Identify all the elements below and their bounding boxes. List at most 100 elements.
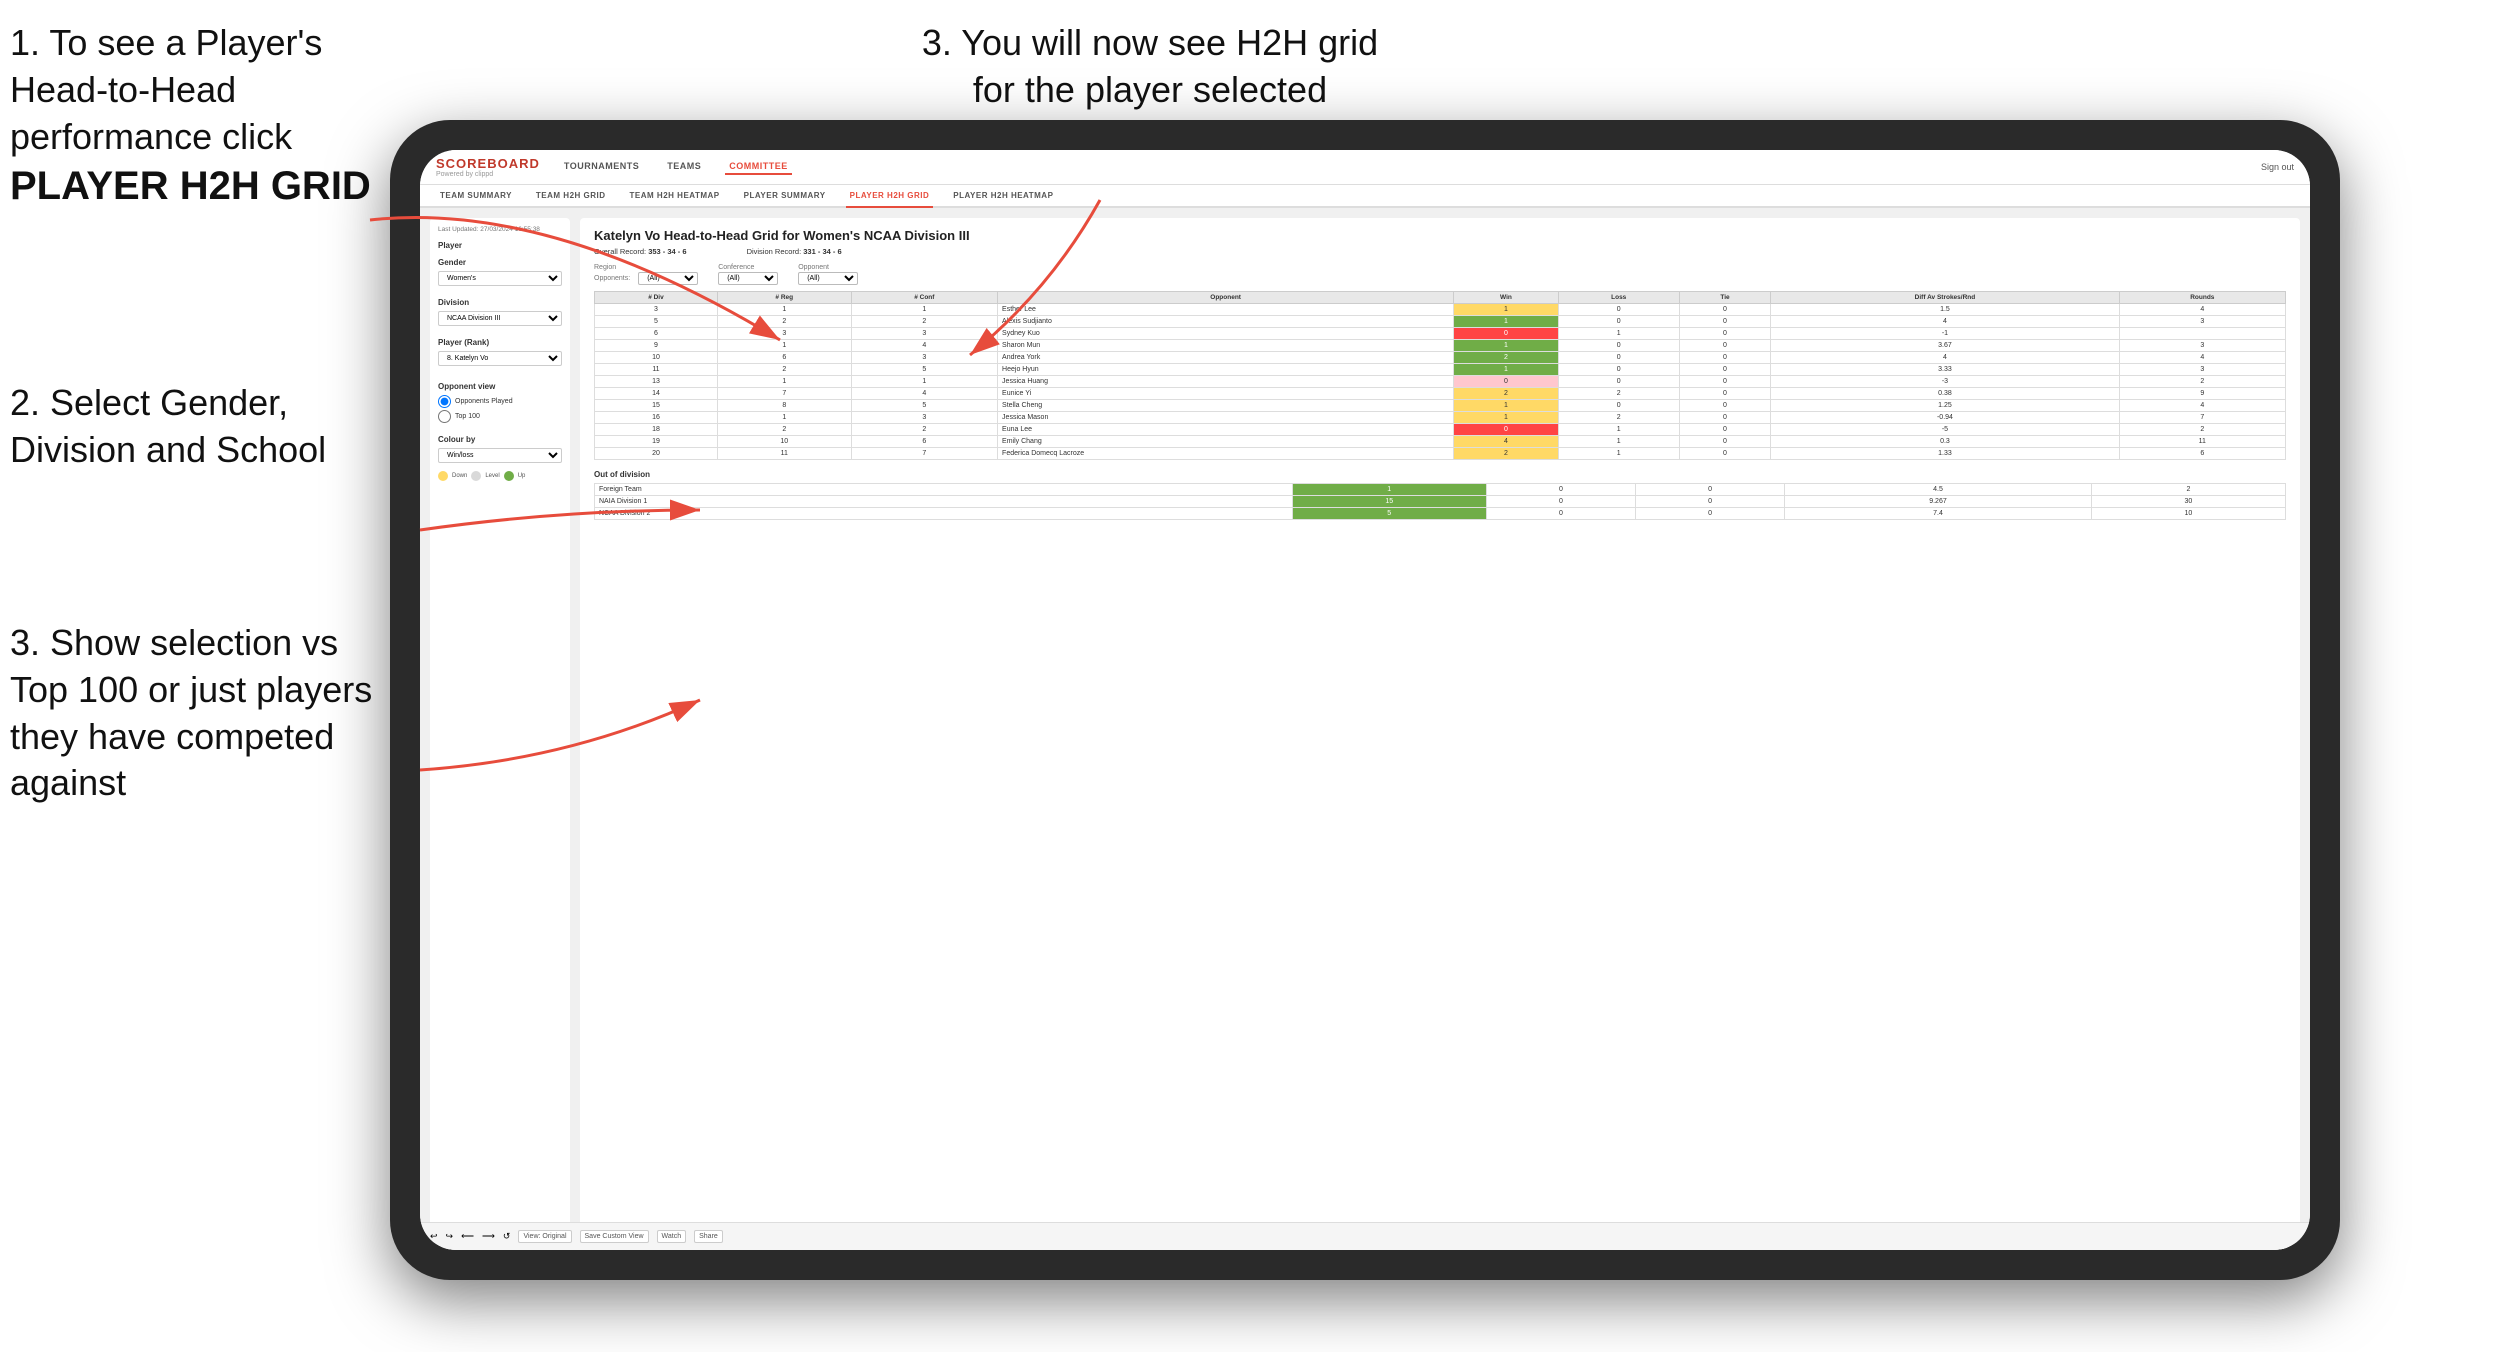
nav-tournaments[interactable]: TOURNAMENTS	[560, 159, 643, 175]
colour-dot-up	[504, 471, 514, 481]
subnav-team-h2h-grid[interactable]: TEAM H2H GRID	[532, 185, 610, 208]
grid-title: Katelyn Vo Head-to-Head Grid for Women's…	[594, 228, 2286, 243]
td-rounds: 2	[2119, 424, 2285, 436]
td-reg: 7	[717, 388, 851, 400]
td-div: 16	[595, 412, 718, 424]
opponent-view-label: Opponent view	[438, 382, 562, 391]
colour-legend: Down Level Up	[438, 471, 562, 481]
td-opponent: Sharon Mun	[998, 340, 1454, 352]
td-tie: 0	[1679, 400, 1771, 412]
player-select[interactable]: 8. Katelyn Vo	[438, 351, 562, 366]
colour-by-select[interactable]: Win/loss	[438, 448, 562, 463]
td-conf: 3	[851, 412, 997, 424]
save-custom-btn[interactable]: Save Custom View	[580, 1230, 649, 1243]
share-btn[interactable]: Share	[694, 1230, 723, 1243]
td-div: 9	[595, 340, 718, 352]
th-diff: Diff Av Strokes/Rnd	[1771, 292, 2119, 304]
td-opponent: Sydney Kuo	[998, 328, 1454, 340]
overall-record: Overall Record: 353 - 34 - 6	[594, 247, 687, 256]
watch-btn[interactable]: Watch	[657, 1230, 687, 1243]
conference-select[interactable]: (All)	[718, 272, 778, 285]
main-content: Last Updated: 27/03/2024 16:55:38 Player…	[420, 208, 2310, 1250]
division-record-label: Division Record:	[747, 247, 802, 256]
td-div: 6	[595, 328, 718, 340]
view-original-btn[interactable]: View: Original	[518, 1230, 571, 1243]
td-team: NCAA Division 2	[595, 508, 1293, 520]
th-opponent: Opponent	[998, 292, 1454, 304]
td-reg: 1	[717, 304, 851, 316]
td-rounds: 9	[2119, 388, 2285, 400]
td-loss: 1	[1558, 448, 1679, 460]
overall-record-value: 353 - 34 - 6	[648, 247, 686, 256]
opponent-view-radio-group: Opponents Played Top 100	[438, 395, 562, 423]
sidebar-player-rank-label: Player (Rank)	[438, 338, 562, 347]
instruction-text-3: 2. Select Gender, Division and School	[10, 382, 326, 470]
opponent-select[interactable]: (All)	[798, 272, 858, 285]
subnav-player-summary[interactable]: PLAYER SUMMARY	[740, 185, 830, 208]
subnav-team-summary[interactable]: TEAM SUMMARY	[436, 185, 516, 208]
td-opponent: Federica Domecq Lacroze	[998, 448, 1454, 460]
td-div: 19	[595, 436, 718, 448]
forward-icon[interactable]: ⟶	[482, 1231, 495, 1242]
nav-committee[interactable]: COMMITTEE	[725, 159, 792, 175]
td-win: 5	[1292, 508, 1486, 520]
td-reg: 2	[717, 316, 851, 328]
th-tie: Tie	[1679, 292, 1771, 304]
radio-opponents-played-input[interactable]	[438, 395, 451, 408]
td-conf: 5	[851, 400, 997, 412]
td-rounds: 7	[2119, 412, 2285, 424]
table-row: 5 2 2 Alexis Sudjianto 1 0 0 4 3	[595, 316, 2286, 328]
back-icon[interactable]: ⟵	[461, 1231, 474, 1242]
redo-icon[interactable]: ↪	[446, 1231, 454, 1242]
td-loss: 0	[1486, 484, 1635, 496]
region-opponents-select[interactable]: (All)	[638, 272, 698, 285]
table-row: 11 2 5 Heejo Hyun 1 0 0 3.33 3	[595, 364, 2286, 376]
undo-icon[interactable]: ↩	[430, 1231, 438, 1242]
th-rounds: Rounds	[2119, 292, 2285, 304]
td-rounds: 11	[2119, 436, 2285, 448]
td-reg: 2	[717, 424, 851, 436]
sidebar: Last Updated: 27/03/2024 16:55:38 Player…	[430, 218, 570, 1240]
td-tie: 0	[1679, 436, 1771, 448]
instruction-bold: PLAYER H2H GRID	[10, 164, 371, 208]
instruction-text-1: 1. To see a Player's Head-to-Head perfor…	[10, 22, 322, 157]
logo-text: SCOREBOARD	[436, 156, 540, 171]
td-conf: 3	[851, 328, 997, 340]
table-row: 14 7 4 Eunice Yi 2 2 0 0.38 9	[595, 388, 2286, 400]
td-loss: 0	[1486, 508, 1635, 520]
instruction-text-2: 3. You will now see H2H grid for the pla…	[922, 22, 1378, 110]
td-team: NAIA Division 1	[595, 496, 1293, 508]
td-loss: 0	[1558, 352, 1679, 364]
table-row: 3 1 1 Esther Lee 1 0 0 1.5 4	[595, 304, 2286, 316]
gender-select[interactable]: Women's	[438, 271, 562, 286]
sign-out-link[interactable]: Sign out	[2261, 162, 2294, 172]
grid-records: Overall Record: 353 - 34 - 6 Division Re…	[594, 247, 2286, 256]
td-win: 1	[1454, 364, 1558, 376]
table-row: 20 11 7 Federica Domecq Lacroze 2 1 0 1.…	[595, 448, 2286, 460]
colour-dot-level	[471, 471, 481, 481]
sub-nav: TEAM SUMMARY TEAM H2H GRID TEAM H2H HEAT…	[420, 185, 2310, 208]
conference-label: Conference	[718, 264, 778, 271]
td-win: 4	[1454, 436, 1558, 448]
td-win: 15	[1292, 496, 1486, 508]
division-record: Division Record: 331 - 34 - 6	[747, 247, 842, 256]
nav-teams[interactable]: TEAMS	[663, 159, 705, 175]
filter-row: Region Opponents: (All) Conference (All)	[594, 264, 2286, 285]
radio-opponents-played[interactable]: Opponents Played	[438, 395, 562, 408]
td-reg: 1	[717, 412, 851, 424]
refresh-icon[interactable]: ↺	[503, 1231, 511, 1242]
td-loss: 1	[1558, 328, 1679, 340]
td-reg: 8	[717, 400, 851, 412]
subnav-player-h2h-grid[interactable]: PLAYER H2H GRID	[846, 185, 934, 208]
radio-top100[interactable]: Top 100	[438, 410, 562, 423]
overall-record-label: Overall Record:	[594, 247, 646, 256]
th-win: Win	[1454, 292, 1558, 304]
td-rounds: 4	[2119, 400, 2285, 412]
radio-top100-input[interactable]	[438, 410, 451, 423]
division-select[interactable]: NCAA Division III	[438, 311, 562, 326]
subnav-player-h2h-heatmap[interactable]: PLAYER H2H HEATMAP	[949, 185, 1057, 208]
td-win: 1	[1292, 484, 1486, 496]
subnav-team-h2h-heatmap[interactable]: TEAM H2H HEATMAP	[626, 185, 724, 208]
td-tie: 0	[1679, 388, 1771, 400]
td-rounds: 3	[2119, 340, 2285, 352]
